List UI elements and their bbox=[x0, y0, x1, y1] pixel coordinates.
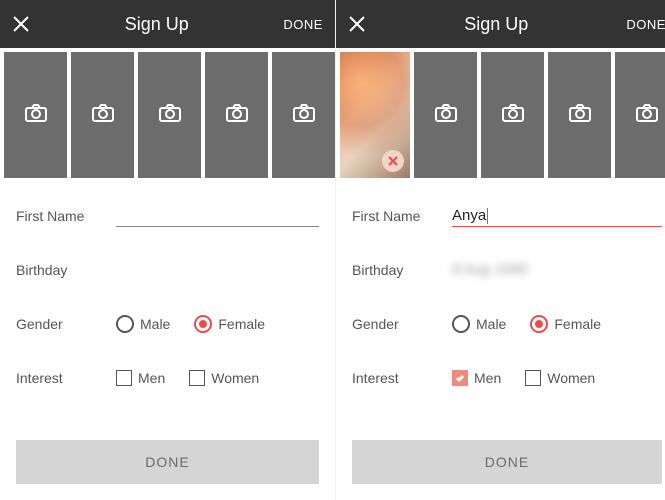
photo-upload-row bbox=[336, 48, 665, 178]
photo-slot[interactable] bbox=[205, 52, 268, 178]
radio-icon bbox=[194, 315, 212, 333]
radio-icon bbox=[530, 315, 548, 333]
interest-men-option[interactable]: Men bbox=[116, 370, 165, 386]
interest-men-option[interactable]: Men bbox=[452, 370, 501, 386]
checkbox-label: Women bbox=[547, 370, 595, 386]
signup-screen-filled: Sign Up DONE First Name Anya Birthday 8 … bbox=[336, 0, 665, 500]
page-title: Sign Up bbox=[464, 14, 528, 35]
photo-slot[interactable] bbox=[615, 52, 665, 178]
first-name-label: First Name bbox=[16, 208, 116, 224]
close-icon[interactable] bbox=[12, 15, 30, 33]
birthday-value-obscured: 8 Aug 1990 bbox=[452, 261, 528, 278]
signup-screen-empty: Sign Up DONE First Name Birthday Gender … bbox=[0, 0, 336, 500]
remove-photo-icon[interactable] bbox=[382, 150, 404, 172]
camera-icon bbox=[635, 103, 659, 128]
radio-label: Female bbox=[218, 316, 265, 332]
photo-slot[interactable] bbox=[4, 52, 67, 178]
camera-icon bbox=[568, 103, 592, 128]
text-cursor bbox=[487, 208, 488, 224]
interest-label: Interest bbox=[16, 370, 116, 386]
first-name-label: First Name bbox=[352, 208, 452, 224]
first-name-value: Anya bbox=[452, 207, 486, 224]
checkbox-icon bbox=[525, 370, 541, 386]
checkbox-label: Men bbox=[474, 370, 501, 386]
camera-icon bbox=[434, 103, 458, 128]
checkbox-icon bbox=[452, 370, 468, 386]
first-name-input[interactable]: Anya bbox=[452, 205, 662, 227]
app-header: Sign Up DONE bbox=[0, 0, 335, 48]
interest-label: Interest bbox=[352, 370, 452, 386]
radio-icon bbox=[116, 315, 134, 333]
radio-label: Male bbox=[140, 316, 170, 332]
gender-label: Gender bbox=[16, 316, 116, 332]
gender-female-option[interactable]: Female bbox=[530, 315, 601, 333]
checkbox-label: Men bbox=[138, 370, 165, 386]
done-button[interactable]: DONE bbox=[16, 440, 319, 484]
radio-icon bbox=[452, 315, 470, 333]
interest-women-option[interactable]: Women bbox=[189, 370, 259, 386]
photo-upload-row bbox=[0, 48, 335, 178]
photo-slot[interactable] bbox=[414, 52, 477, 178]
camera-icon bbox=[501, 103, 525, 128]
page-title: Sign Up bbox=[125, 14, 189, 35]
signup-form: First Name Anya Birthday 8 Aug 1990 Gend… bbox=[336, 178, 665, 440]
photo-slot[interactable] bbox=[481, 52, 544, 178]
done-button[interactable]: DONE bbox=[352, 440, 662, 484]
radio-label: Male bbox=[476, 316, 506, 332]
checkbox-icon bbox=[116, 370, 132, 386]
first-name-input[interactable] bbox=[116, 205, 319, 227]
gender-female-option[interactable]: Female bbox=[194, 315, 265, 333]
photo-slot[interactable] bbox=[71, 52, 134, 178]
gender-male-option[interactable]: Male bbox=[452, 315, 506, 333]
photo-slot-uploaded[interactable] bbox=[340, 52, 410, 178]
radio-label: Female bbox=[554, 316, 601, 332]
camera-icon bbox=[158, 103, 182, 128]
camera-icon bbox=[225, 103, 249, 128]
checkbox-label: Women bbox=[211, 370, 259, 386]
gender-male-option[interactable]: Male bbox=[116, 315, 170, 333]
camera-icon bbox=[91, 103, 115, 128]
close-icon[interactable] bbox=[348, 15, 366, 33]
header-done-button[interactable]: DONE bbox=[283, 17, 323, 32]
photo-slot[interactable] bbox=[272, 52, 335, 178]
header-done-button[interactable]: DONE bbox=[626, 17, 665, 32]
checkbox-icon bbox=[189, 370, 205, 386]
interest-women-option[interactable]: Women bbox=[525, 370, 595, 386]
camera-icon bbox=[292, 103, 316, 128]
gender-label: Gender bbox=[352, 316, 452, 332]
app-header: Sign Up DONE bbox=[336, 0, 665, 48]
camera-icon bbox=[24, 103, 48, 128]
birthday-label: Birthday bbox=[352, 262, 452, 278]
signup-form: First Name Birthday Gender Male Female I… bbox=[0, 178, 335, 440]
birthday-label: Birthday bbox=[16, 262, 116, 278]
photo-slot[interactable] bbox=[548, 52, 611, 178]
birthday-input[interactable]: 8 Aug 1990 bbox=[452, 261, 662, 279]
photo-slot[interactable] bbox=[138, 52, 201, 178]
